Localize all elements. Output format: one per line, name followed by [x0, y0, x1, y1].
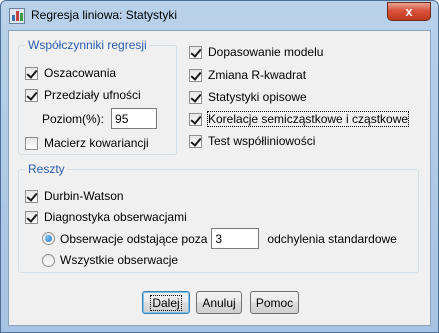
estimates-checkbox[interactable]	[25, 66, 38, 80]
part-partial-correlations-option[interactable]: Korelacje semicząstkowe i cząstkowe	[189, 111, 410, 127]
confidence-level-input[interactable]	[111, 108, 158, 129]
group-title: Reszty	[26, 162, 67, 176]
next-button[interactable]: Dalej	[142, 291, 190, 314]
confidence-intervals-checkbox[interactable]	[25, 88, 38, 102]
r-squared-change-checkbox[interactable]	[189, 68, 202, 82]
cancel-button[interactable]: Anuluj	[196, 291, 242, 314]
collinearity-checkbox[interactable]	[189, 134, 202, 148]
outliers-label: Obserwacje odstające poza	[60, 231, 208, 246]
close-button[interactable]: x	[387, 2, 431, 21]
outliers-suffix: odchylenia standardowe	[267, 231, 397, 246]
cancel-button-label: Anuluj	[202, 295, 236, 310]
casewise-diagnostics-checkbox[interactable]	[25, 210, 38, 224]
close-icon: x	[405, 4, 413, 19]
title-bar[interactable]: Regresja liniowa: Statystyki x	[1, 1, 438, 30]
part-partial-correlations-checkbox[interactable]	[189, 112, 202, 126]
covariance-matrix-option[interactable]: Macierz kowariancji	[25, 136, 149, 150]
durbin-watson-checkbox[interactable]	[25, 189, 38, 203]
model-fit-checkbox[interactable]	[189, 45, 202, 59]
all-cases-radio[interactable]	[42, 253, 55, 267]
covariance-matrix-label: Macierz kowariancji	[44, 136, 149, 150]
confidence-level-label: Poziom(%):	[42, 111, 105, 126]
all-cases-option[interactable]: Wszystkie obserwacje	[42, 253, 178, 267]
model-fit-option[interactable]: Dopasowanie modelu	[189, 45, 323, 59]
model-fit-label: Dopasowanie modelu	[208, 45, 324, 59]
casewise-diagnostics-option[interactable]: Diagnostyka obserwacjami	[25, 210, 187, 224]
help-button[interactable]: Pomoc	[250, 291, 299, 314]
outliers-option[interactable]: Obserwacje odstające poza odchylenia sta…	[42, 228, 397, 249]
descriptives-label: Statystyki opisowe	[208, 90, 307, 104]
estimates-label: Oszacowania	[44, 66, 117, 80]
app-chart-icon	[9, 8, 25, 24]
durbin-watson-label: Durbin-Watson	[44, 189, 124, 203]
r-squared-change-label: Zmiana R-kwadrat	[208, 68, 307, 82]
collinearity-option[interactable]: Test współliniowości	[189, 134, 315, 148]
help-button-label: Pomoc	[255, 295, 294, 310]
confidence-intervals-label: Przedziały ufności	[44, 88, 141, 102]
next-button-label: Dalej	[150, 294, 182, 311]
confidence-level-row: Poziom(%):	[42, 108, 158, 129]
estimates-option[interactable]: Oszacowania	[25, 66, 116, 80]
group-title: Współczynniki regresji	[26, 38, 149, 52]
outliers-radio[interactable]	[42, 232, 55, 245]
descriptives-checkbox[interactable]	[189, 90, 202, 104]
outliers-sd-input[interactable]	[211, 228, 260, 249]
all-cases-label: Wszystkie obserwacje	[60, 253, 179, 267]
window-title: Regresja liniowa: Statystyki	[31, 8, 178, 22]
collinearity-label: Test współliniowości	[208, 134, 316, 148]
durbin-watson-option[interactable]: Durbin-Watson	[25, 189, 124, 203]
part-partial-correlations-label: Korelacje semicząstkowe i cząstkowe	[206, 111, 410, 127]
covariance-matrix-checkbox[interactable]	[25, 136, 38, 150]
confidence-intervals-option[interactable]: Przedziały ufności	[25, 88, 141, 102]
r-squared-change-option[interactable]: Zmiana R-kwadrat	[189, 68, 306, 82]
casewise-diagnostics-label: Diagnostyka obserwacjami	[44, 210, 187, 224]
descriptives-option[interactable]: Statystyki opisowe	[189, 90, 307, 104]
dialog-window: Regresja liniowa: Statystyki x Współczyn…	[0, 0, 439, 333]
dialog-body: Współczynniki regresji Oszacowania Przed…	[8, 30, 431, 326]
